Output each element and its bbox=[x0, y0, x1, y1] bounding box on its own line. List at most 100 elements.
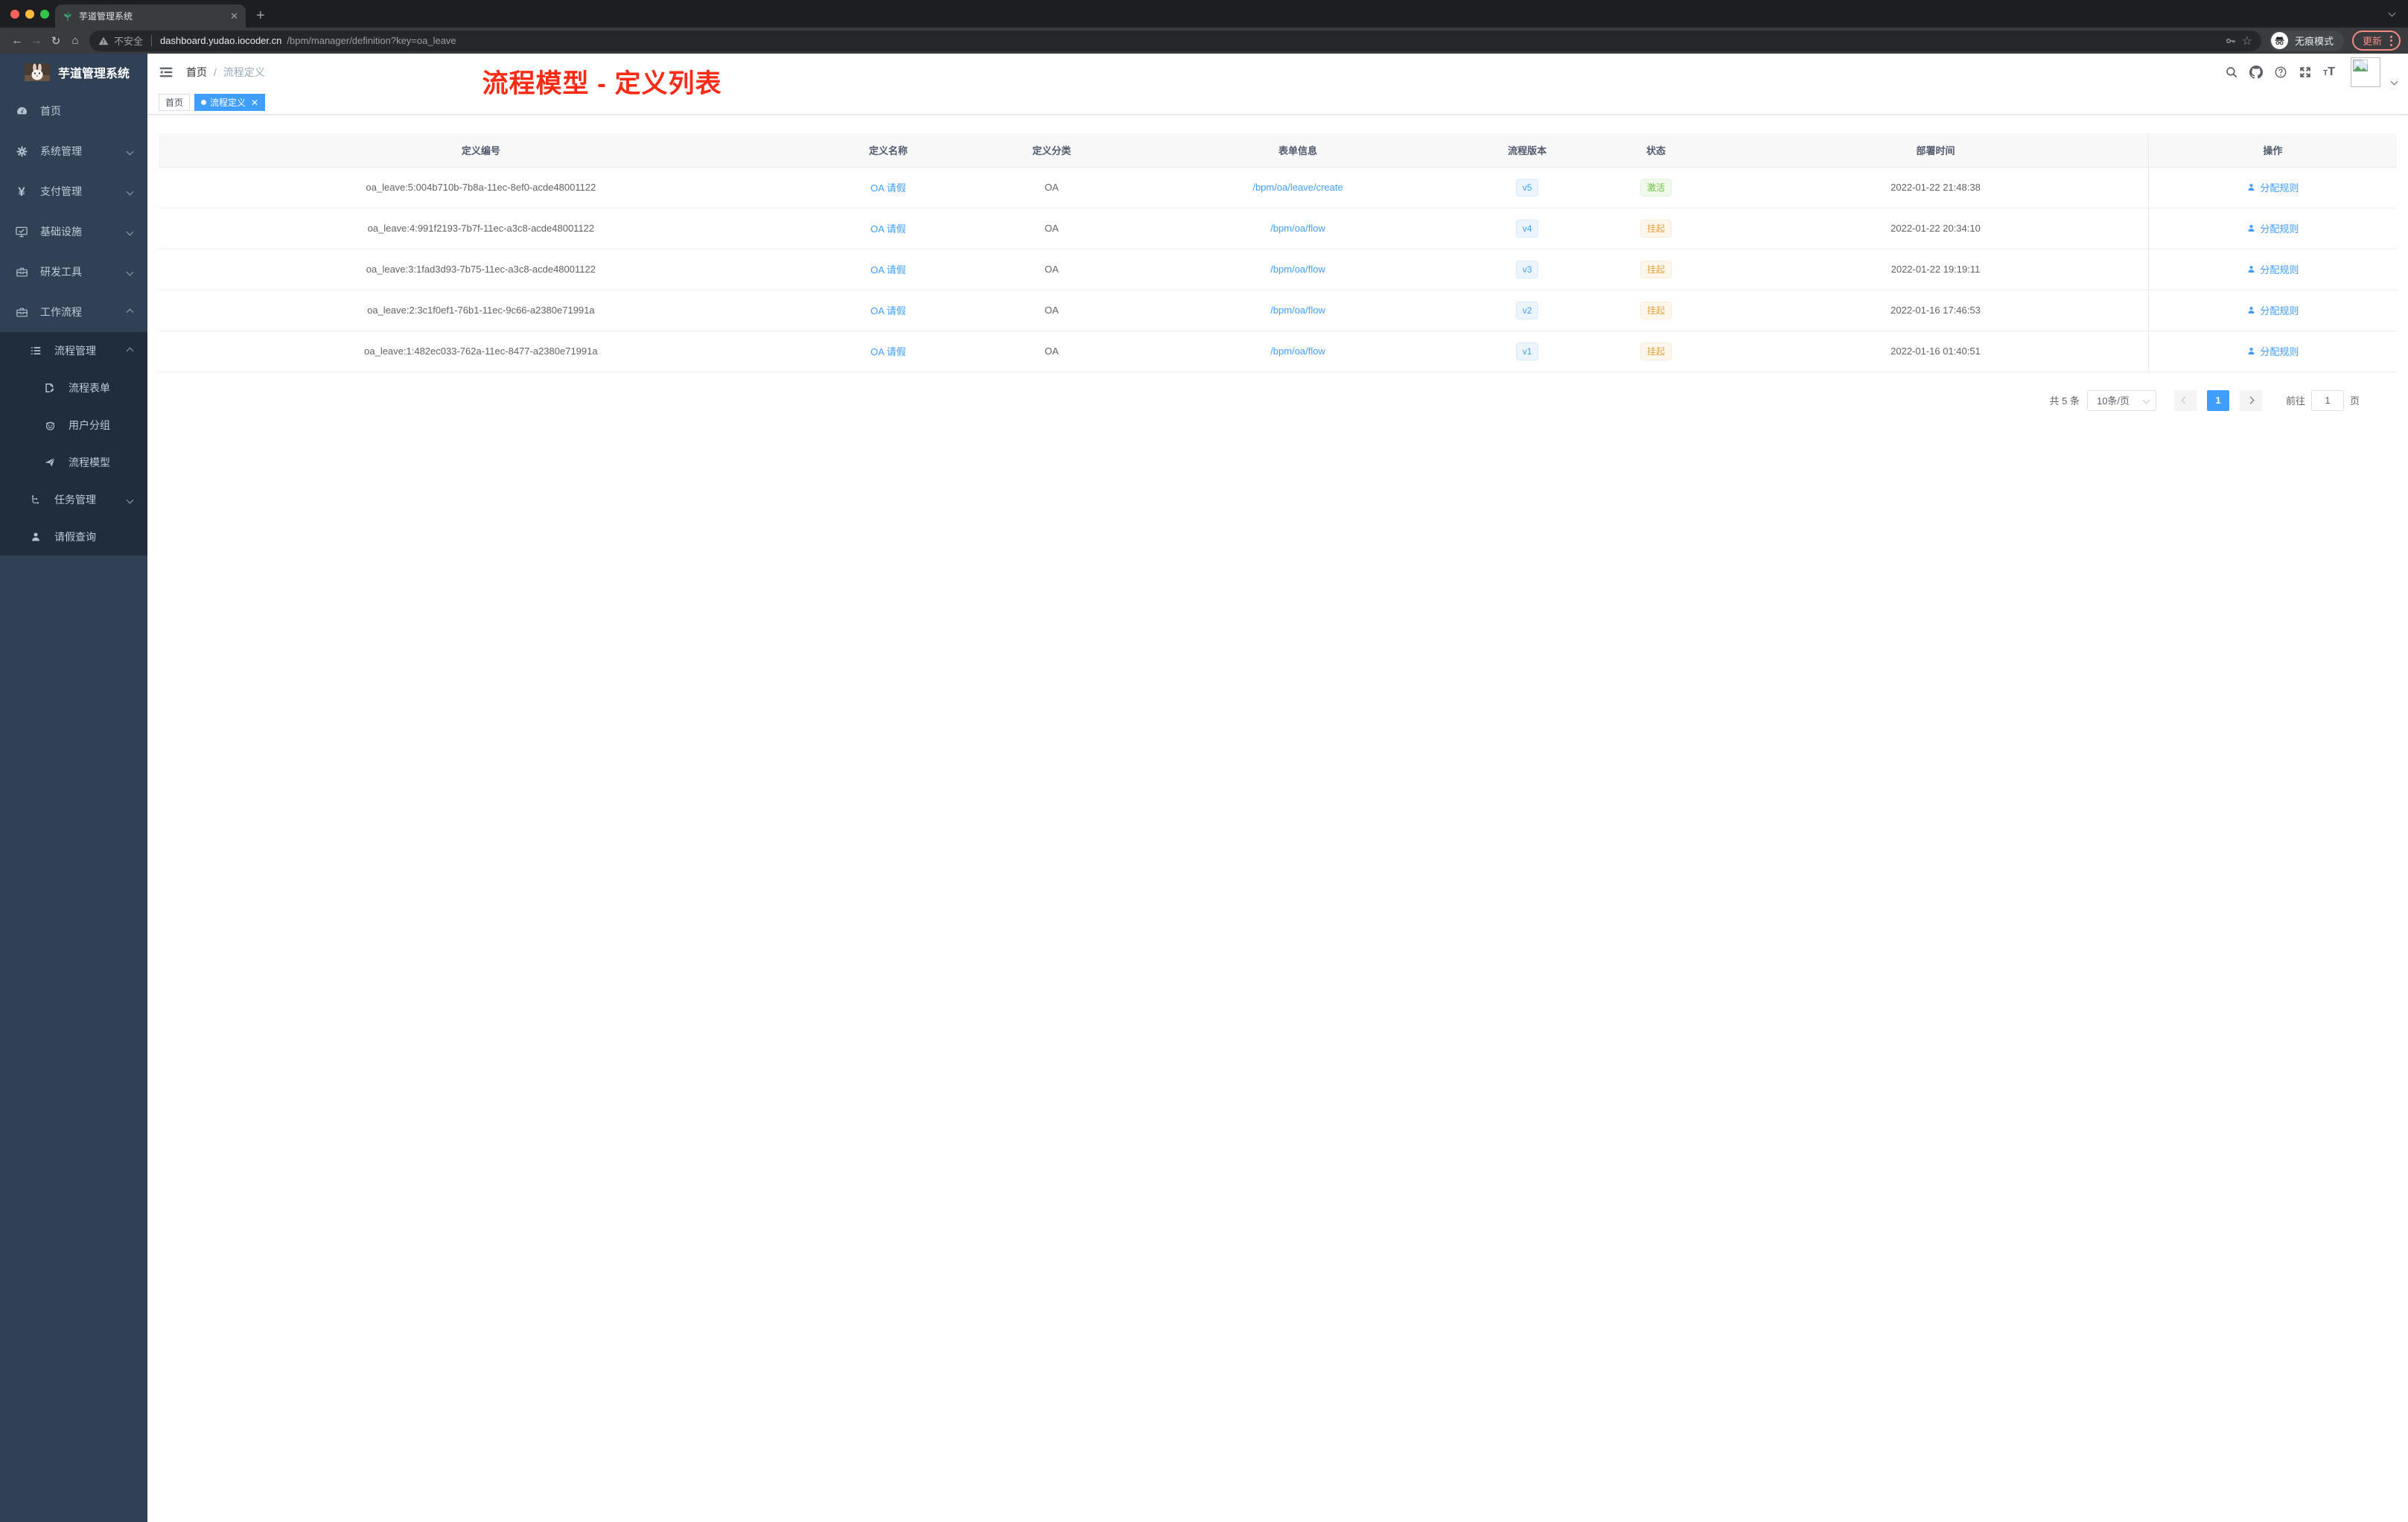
goto-page-input[interactable] bbox=[2310, 389, 2344, 411]
assign-rule-link[interactable]: 分配规则 bbox=[2246, 344, 2299, 358]
reload-icon[interactable]: ↻ bbox=[46, 34, 66, 48]
sidebar: 芋道管理系统 首页 系统管理 ¥ 支付管理 基础设施 研发工具 工作流程 流程管理 流程表单用… bbox=[0, 54, 147, 1522]
minimize-window-button[interactable] bbox=[25, 10, 34, 19]
page-size-select[interactable]: 10条/页 bbox=[2086, 389, 2156, 411]
sidebar-item-leave-query[interactable]: 请假查询 bbox=[0, 518, 147, 555]
fullscreen-icon[interactable] bbox=[2299, 66, 2312, 79]
bookmark-star-icon[interactable]: ☆ bbox=[2242, 34, 2252, 48]
security-label[interactable]: 不安全 bbox=[114, 34, 143, 48]
page-content: 定义编号 定义名称 定义分类 表单信息 流程版本 状态 部署时间 操作 oa_leave:5:… bbox=[147, 115, 2408, 411]
url-host: dashboard.yudao.iocoder.cn bbox=[160, 35, 282, 46]
search-icon[interactable] bbox=[2225, 66, 2238, 79]
logo-rabbit-image bbox=[25, 63, 50, 81]
gear-icon bbox=[15, 144, 28, 158]
form-link[interactable]: /bpm/oa/flow bbox=[1270, 264, 1325, 275]
assign-rule-link[interactable]: 分配规则 bbox=[2246, 180, 2299, 194]
definition-category: OA bbox=[973, 290, 1130, 331]
pagination: 共 5 条 10条/页 1 前往 页 bbox=[159, 389, 2397, 411]
table-row: oa_leave:3:1fad3d93-7b75-11ec-a3c8-acde4… bbox=[159, 249, 2397, 290]
table-row: oa_leave:1:482ec033-762a-11ec-8477-a2380… bbox=[159, 331, 2397, 372]
tab-close-icon[interactable]: ✕ bbox=[230, 10, 238, 22]
sidebar-item-process-model[interactable]: 流程模型 bbox=[0, 444, 147, 481]
sidebar-item-task-mgmt[interactable]: 任务管理 bbox=[0, 481, 147, 518]
form-icon bbox=[43, 381, 57, 395]
tab-strip: 芋道管理系统 ✕ + bbox=[0, 0, 2408, 28]
definition-name-link[interactable]: OA 请假 bbox=[870, 223, 906, 235]
tag-流程定义[interactable]: 流程定义 ✕ bbox=[194, 94, 266, 111]
tasks-icon bbox=[29, 493, 42, 506]
deploy-time: 2022-01-16 17:46:53 bbox=[1723, 290, 2149, 331]
avatar[interactable] bbox=[2351, 57, 2380, 87]
sidebar-item-home[interactable]: 首页 bbox=[0, 91, 147, 131]
sidebar-item-system[interactable]: 系统管理 bbox=[0, 131, 147, 171]
assign-rule-link[interactable]: 分配规则 bbox=[2246, 303, 2299, 317]
back-icon[interactable]: ← bbox=[7, 34, 27, 47]
zoom-window-button[interactable] bbox=[40, 10, 49, 19]
incognito-label: 无痕模式 bbox=[2294, 36, 2334, 47]
user-icon bbox=[29, 530, 42, 544]
sidebar-item-process-form[interactable]: 流程表单 bbox=[0, 369, 147, 407]
form-link[interactable]: /bpm/oa/flow bbox=[1270, 305, 1325, 316]
column-header: 定义分类 bbox=[973, 133, 1130, 168]
tag-close-icon[interactable]: ✕ bbox=[251, 98, 258, 107]
forward-icon[interactable]: → bbox=[27, 34, 46, 47]
url-bar[interactable]: 不安全 dashboard.yudao.iocoder.cn/bpm/manag… bbox=[89, 30, 2261, 51]
chevron-down-icon bbox=[126, 147, 134, 155]
update-button[interactable]: 更新 bbox=[2351, 31, 2401, 51]
browser-chrome: 芋道管理系统 ✕ + ← → ↻ ⌂ 不安全 dashboard.yudao.i… bbox=[0, 0, 2408, 54]
new-tab-button[interactable]: + bbox=[256, 8, 265, 23]
tab-title: 芋道管理系统 bbox=[79, 11, 133, 22]
sidebar-menu: 首页 系统管理 ¥ 支付管理 基础设施 研发工具 工作流程 bbox=[0, 91, 147, 332]
page-size-value: 10条/页 bbox=[2096, 395, 2130, 407]
chevron-down-icon bbox=[126, 228, 134, 235]
deploy-time: 2022-01-22 20:34:10 bbox=[1723, 208, 2149, 249]
sidebar-item-process-mgmt[interactable]: 流程管理 bbox=[0, 332, 147, 369]
avatar-caret-icon[interactable] bbox=[2390, 77, 2398, 85]
sidebar-item-payment[interactable]: ¥ 支付管理 bbox=[0, 171, 147, 211]
incognito-icon bbox=[2270, 32, 2288, 49]
chevron-down-icon bbox=[126, 496, 134, 503]
plane-icon bbox=[43, 456, 57, 469]
home-icon[interactable]: ⌂ bbox=[66, 34, 85, 47]
status-badge: 挂起 bbox=[1640, 301, 1672, 319]
sidebar-item-devtools[interactable]: 研发工具 bbox=[0, 252, 147, 292]
current-page[interactable]: 1 bbox=[2206, 389, 2229, 411]
tags-bar: 首页 流程定义 ✕ bbox=[147, 91, 2408, 115]
definition-name-link[interactable]: OA 请假 bbox=[870, 305, 906, 316]
hamburger-icon[interactable] bbox=[159, 65, 173, 80]
breadcrumb-home[interactable]: 首页 bbox=[186, 65, 207, 80]
help-icon[interactable] bbox=[2274, 66, 2287, 79]
sidebar-item-workflow[interactable]: 工作流程 bbox=[0, 292, 147, 332]
form-link[interactable]: /bpm/oa/flow bbox=[1270, 223, 1325, 234]
assign-rule-link[interactable]: 分配规则 bbox=[2246, 262, 2299, 276]
form-link[interactable]: /bpm/oa/leave/create bbox=[1252, 182, 1342, 193]
github-icon[interactable] bbox=[2249, 66, 2264, 79]
browser-tab[interactable]: 芋道管理系统 ✕ bbox=[55, 4, 246, 28]
sidebar-item-user-group[interactable]: 用户分组 bbox=[0, 407, 147, 444]
definition-name-link[interactable]: OA 请假 bbox=[870, 182, 906, 194]
tab-overflow-icon[interactable] bbox=[2388, 9, 2396, 17]
key-icon[interactable] bbox=[2225, 35, 2237, 47]
next-page-button[interactable] bbox=[2239, 389, 2262, 411]
definition-name-link[interactable]: OA 请假 bbox=[870, 346, 906, 357]
prev-page-button[interactable] bbox=[2173, 389, 2197, 411]
assign-rule-link[interactable]: 分配规则 bbox=[2246, 221, 2299, 235]
breadcrumb-current: 流程定义 bbox=[223, 66, 265, 78]
close-window-button[interactable] bbox=[10, 10, 19, 19]
window-controls[interactable] bbox=[10, 10, 49, 19]
sidebar-item-label: 任务管理 bbox=[54, 494, 96, 506]
definition-category: OA bbox=[973, 249, 1130, 290]
chevron-up-icon bbox=[126, 308, 134, 316]
app-title: 芋道管理系统 bbox=[58, 68, 130, 80]
logo[interactable]: 芋道管理系统 bbox=[0, 54, 147, 91]
column-header: 部署时间 bbox=[1723, 133, 2149, 168]
definition-name-link[interactable]: OA 请假 bbox=[870, 264, 906, 276]
table-row: oa_leave:2:3c1f0ef1-76b1-11ec-9c66-a2380… bbox=[159, 290, 2397, 331]
font-size-icon[interactable]: TT bbox=[2323, 66, 2335, 78]
form-link[interactable]: /bpm/oa/flow bbox=[1270, 346, 1325, 357]
sidebar-item-infra[interactable]: 基础设施 bbox=[0, 211, 147, 252]
sidebar-item-label: 请假查询 bbox=[54, 531, 96, 543]
definition-id: oa_leave:2:3c1f0ef1-76b1-11ec-9c66-a2380… bbox=[159, 290, 803, 331]
tag-首页[interactable]: 首页 bbox=[159, 94, 191, 111]
browser-menu-icon[interactable] bbox=[2390, 35, 2392, 46]
